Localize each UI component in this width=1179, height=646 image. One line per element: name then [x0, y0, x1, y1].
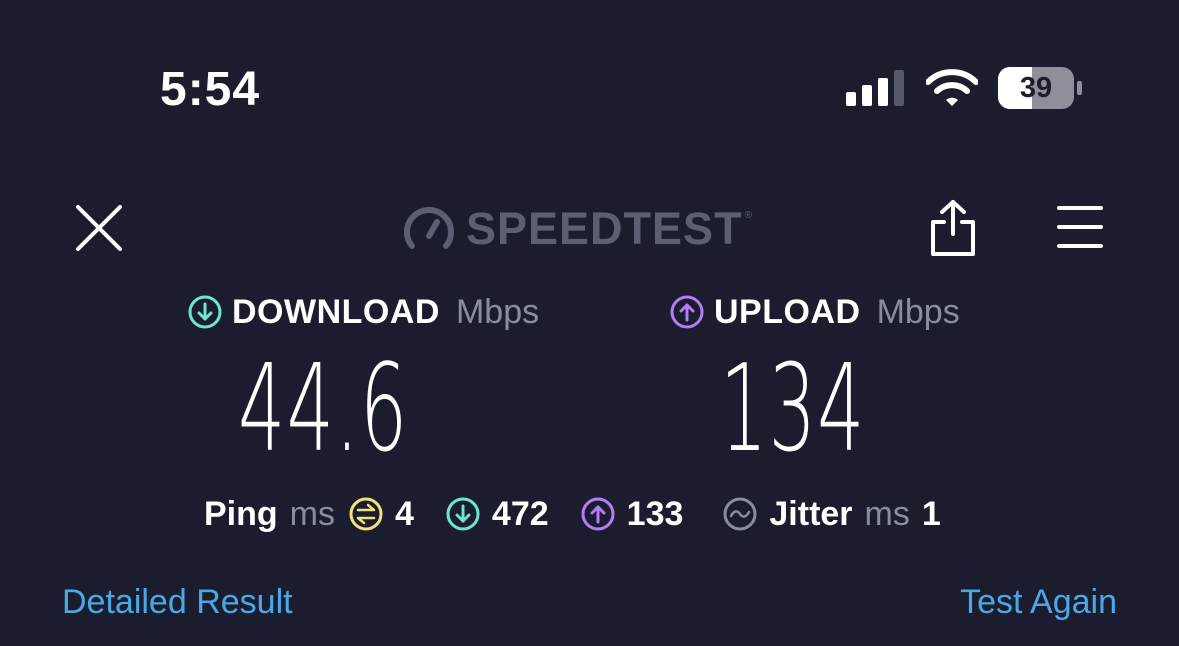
jitter-value: 1 [921, 494, 941, 533]
ping-unit: ms [289, 494, 335, 533]
speedtest-logo: SPEEDTEST ® [404, 204, 752, 254]
jitter-label: Jitter [769, 494, 853, 533]
upload-unit: Mbps [876, 292, 960, 331]
ping-idle-value: 4 [395, 494, 414, 533]
ping-label: Ping [204, 494, 278, 533]
wifi-icon [926, 69, 978, 106]
detailed-result-link[interactable]: Detailed Result [62, 582, 293, 622]
jitter-icon [723, 497, 757, 531]
close-icon [76, 205, 122, 251]
signal-icon [846, 70, 904, 106]
download-unit: Mbps [455, 292, 540, 331]
logo-trademark: ® [744, 210, 752, 221]
test-again-link[interactable]: Test Again [960, 582, 1117, 622]
download-label: DOWNLOAD [232, 292, 440, 331]
download-value: 44.6 [238, 340, 409, 479]
ping-icon [349, 497, 383, 531]
ping-upload-value: 133 [626, 494, 684, 533]
menu-icon [1057, 206, 1103, 248]
share-button[interactable] [928, 198, 978, 258]
upload-arrow-icon [670, 295, 704, 329]
jitter-unit: ms [864, 494, 910, 533]
ping-download-icon [446, 497, 480, 531]
upload-label: UPLOAD [714, 292, 861, 331]
battery-icon: 39 [998, 67, 1082, 109]
download-arrow-icon [188, 295, 222, 329]
speedtest-gauge-icon [404, 207, 454, 249]
status-time: 5:54 [160, 63, 261, 116]
close-button[interactable] [74, 203, 124, 253]
stats-row: Ping ms 4 472 133 Jitter ms 1 [204, 492, 941, 536]
upload-header: UPLOAD Mbps [670, 290, 960, 334]
logo-text: SPEEDTEST [466, 203, 743, 254]
ping-upload-icon [581, 497, 615, 531]
share-icon [931, 200, 975, 256]
upload-value: 134 [720, 340, 866, 479]
ping-download-value: 472 [491, 494, 549, 533]
download-header: DOWNLOAD Mbps [188, 290, 539, 334]
battery-level: 39 [1019, 72, 1053, 104]
menu-button[interactable] [1056, 204, 1104, 250]
